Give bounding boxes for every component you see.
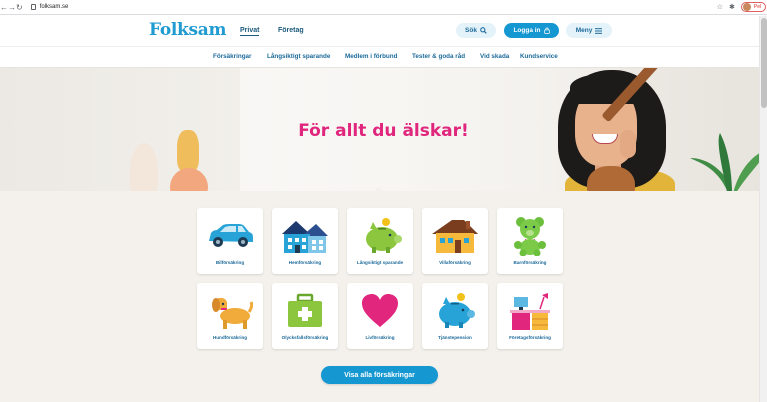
reload-icon[interactable]: ↻ — [16, 3, 23, 12]
subnav-forsakringar[interactable]: Försäkringar — [213, 53, 252, 60]
card-label: Olycksfallsförsäkring — [281, 335, 329, 340]
card-tjanstepension[interactable]: Tjänstepension — [422, 283, 488, 349]
card-label: Hundförsäkring — [212, 335, 248, 340]
card-langsiktigt-sparande[interactable]: Långsiktigt sparande — [347, 208, 413, 274]
tab-privat[interactable]: Privat — [240, 27, 260, 36]
forward-icon[interactable]: → — [8, 3, 16, 12]
lock-icon — [30, 4, 36, 10]
extensions-icon[interactable]: ✱ — [729, 3, 735, 11]
card-livforsakring[interactable]: Livförsäkring — [347, 283, 413, 349]
subnav-tester-goda-rad[interactable]: Tester & goda råd — [412, 53, 465, 60]
card-olycksfallsforsakring[interactable]: Olycksfallsförsäkring — [272, 283, 338, 349]
card-hundforsakring[interactable]: Hundförsäkring — [197, 283, 263, 349]
card-label: Villaförsäkring — [439, 260, 471, 265]
hero-headline: För allt du älskar! — [298, 121, 469, 141]
address-bar[interactable]: folksam.se — [27, 2, 717, 13]
hero-decor-shape — [130, 143, 158, 191]
folksam-logo[interactable]: Folksam — [149, 20, 227, 40]
profile-label: Pel — [753, 4, 762, 10]
tab-foretag[interactable]: Företag — [278, 27, 304, 34]
card-foretagsforsakring[interactable]: Företagsförsäkring — [497, 283, 563, 349]
card-label: Livförsäkring — [365, 335, 395, 340]
hero-decor-shape — [170, 168, 208, 191]
card-label: Långsiktigt sparande — [356, 260, 404, 265]
subnav-kundservice[interactable]: Kundservice — [520, 53, 558, 60]
hero-banner: För allt du älskar! — [0, 68, 767, 191]
sub-navigation: Försäkringar Långsiktigt sparande Medlem… — [0, 46, 767, 67]
hamburger-icon — [595, 27, 603, 34]
teddy-bear-icon — [514, 217, 546, 256]
card-barnforsakring[interactable]: Barnförsäkring — [497, 208, 563, 274]
search-button-label: Sök — [465, 27, 477, 34]
search-icon — [480, 27, 487, 34]
site-header: Folksam Privat Företag Sök Logga in Meny — [0, 15, 767, 46]
menu-button[interactable]: Meny — [566, 23, 612, 38]
login-button[interactable]: Logga in — [504, 23, 559, 38]
back-icon[interactable]: ← — [0, 3, 8, 12]
avatar — [742, 3, 751, 11]
card-villaforsakring[interactable]: Villaförsäkring — [422, 208, 488, 274]
ukulele-body — [587, 166, 635, 191]
dog-icon — [212, 297, 253, 329]
card-label: Företagsförsäkring — [509, 335, 551, 340]
subnav-vid-skada[interactable]: Vid skada — [480, 53, 509, 60]
piggy-bank-coin-icon — [439, 293, 475, 328]
page-scrollbar[interactable] — [759, 16, 767, 402]
login-button-label: Logga in — [513, 27, 541, 34]
search-button[interactable]: Sök — [456, 23, 496, 38]
card-label: Barnförsäkring — [513, 260, 547, 265]
heart-icon — [362, 294, 398, 327]
office-desk-icon — [510, 293, 550, 330]
scrollbar-thumb[interactable] — [761, 18, 767, 108]
card-hemforsakring[interactable]: Hemförsäkring — [272, 208, 338, 274]
url-text: folksam.se — [39, 4, 69, 10]
show-all-insurances-button[interactable]: Visa alla försäkringar — [321, 366, 438, 384]
car-icon — [209, 224, 253, 247]
subnav-medlem-i-forbund[interactable]: Medlem i förbund — [345, 53, 397, 60]
profile-button[interactable]: Pel — [740, 2, 767, 12]
apartment-icon — [282, 221, 328, 253]
menu-button-label: Meny — [575, 27, 593, 34]
bookmark-star-icon[interactable]: ☆ — [717, 3, 723, 11]
card-label: Bilförsäkring — [215, 260, 245, 265]
first-aid-kit-icon — [288, 293, 322, 327]
piggy-bank-icon — [366, 218, 402, 253]
house-icon — [432, 220, 478, 253]
browser-toolbar: ← → ↻ folksam.se ☆ ✱ Pel ⋮ — [0, 0, 767, 15]
lock-icon — [543, 27, 550, 34]
card-label: Tjänstepension — [438, 335, 472, 340]
card-label: Hemförsäkring — [288, 260, 322, 265]
subnav-langsiktigt-sparande[interactable]: Långsiktigt sparande — [267, 53, 330, 60]
card-bilforsakring[interactable]: Bilförsäkring — [197, 208, 263, 274]
